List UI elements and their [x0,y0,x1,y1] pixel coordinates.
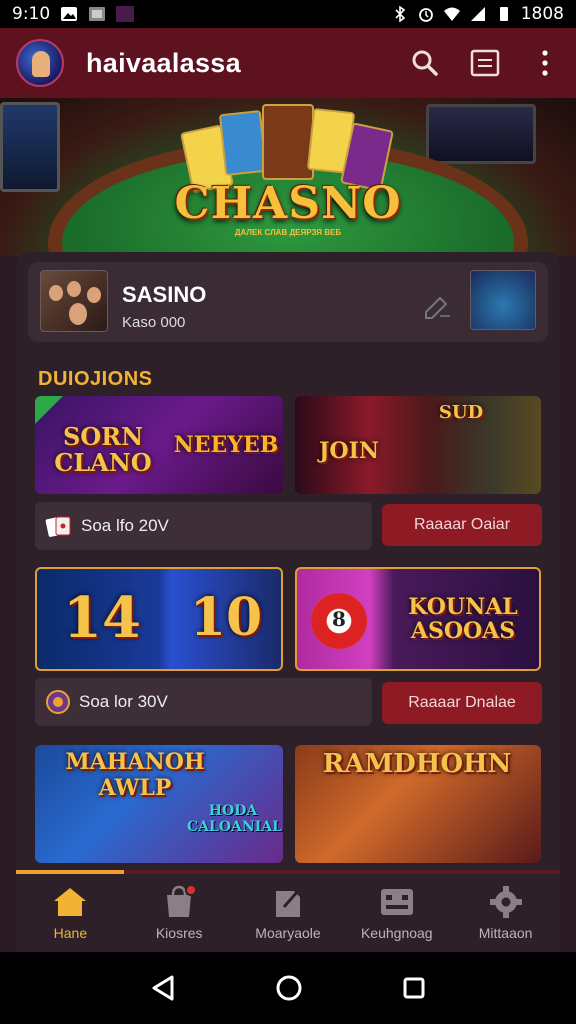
cards-icon [45,516,71,537]
nav-item-stores[interactable]: Kiosres [125,874,234,952]
screen: 9:10 1808 haivaalassa CHASNO ДАЛЕК СЛАВ … [0,0,576,1024]
bluetooth-icon [395,6,405,22]
bottom-nav: Hane Kiosres Moaryaole Keuhgnoag Mittaao… [16,874,560,952]
offer-action-button[interactable]: Raaaar Oaiar [382,504,542,546]
nav-item-leaderboard[interactable]: Keuhgnoag [342,874,451,952]
game-tile-label-number: 8 [332,607,346,631]
battery-level: 1808 [520,4,564,24]
game-tile-label-secondary: HODA CALOANIAL [187,803,282,835]
game-tile[interactable]: 14 10 [35,567,283,671]
hero-title: CHASNO [174,178,402,229]
offer-row[interactable]: Soa lfo 20V [35,502,372,550]
nav-label: Mittaaon [478,925,533,941]
slot-machine-right-image [426,104,536,164]
game-tile-label: RAMDHOHN [322,749,512,779]
home-icon [54,888,87,916]
signal-icon [470,7,485,21]
game-tile[interactable]: JOIN SUD [295,396,541,494]
nav-label: Moaryaole [255,925,321,941]
nav-item-settings[interactable]: Mittaaon [451,874,560,952]
app-title: haivaalassa [86,47,241,78]
game-tile[interactable]: MAHANOH AWLP HODA CALOANIAL [35,745,283,863]
nav-label: Keuhgnoag [360,925,433,941]
nav-label: Kiosres [155,925,203,941]
more-menu-button[interactable] [530,48,560,78]
app-bar: haivaalassa [0,28,576,98]
search-button[interactable] [410,48,440,78]
back-icon[interactable] [150,974,176,1002]
battery-icon [499,7,508,21]
gear-icon [489,886,522,918]
note-icon [275,890,300,917]
game-tile-label: 14 [63,585,141,651]
search-icon [412,50,438,76]
game-tile-label-secondary: SUD [438,402,484,423]
offer-row[interactable]: Soa lor 30V [35,678,372,726]
system-nav-bar [0,952,576,1024]
game-tile-label-secondary: 10 [189,587,263,648]
game-tile-label: MAHANOH AWLP [65,749,205,801]
edit-icon[interactable] [420,290,454,324]
more-vert-icon [542,50,548,76]
promo-thumbnail[interactable] [470,270,536,330]
game-tile-label: JOIN [319,438,379,464]
offer-action-button[interactable]: Raaaar Dnalae [382,682,542,724]
notification-badge [184,884,197,896]
game-tile[interactable]: SORN CLANO NEEYEB [35,396,283,494]
nav-label: Hane [53,925,88,941]
wifi-icon [443,7,460,21]
profile-name: SASINO [122,282,207,307]
game-tile-label-secondary: NEEYEB [173,432,279,458]
game-tile[interactable]: RAMDHOHN [295,745,541,863]
nav-item-messages[interactable]: Moaryaole [234,874,343,952]
hero-banner[interactable]: CHASNO ДАЛЕК СЛАВ ДЕЯРЗЯ ВЕБ [0,98,576,256]
offer-text: Soa lor 30V [79,692,168,711]
alarm-icon [418,8,433,22]
recents-icon[interactable] [402,976,426,1000]
character-card-image [262,104,314,180]
board-icon [380,889,413,915]
profile-thumbnail [40,270,108,332]
section-title: DUIOJIONS [38,368,153,390]
status-time: 9:10 [12,4,51,24]
game-tile-label: SORN CLANO [54,422,152,477]
playing-card-image [218,109,268,177]
new-badge [35,396,63,424]
profile-card[interactable]: SASINO Kaso 000 [28,262,548,342]
app-notification-icon [116,6,135,22]
wallet-icon [470,49,500,77]
wallet-button[interactable] [470,48,500,78]
profile-subtitle: Kaso 000 [122,314,186,331]
game-tile-label-secondary: KOUNAL ASOOAS [408,594,518,644]
offer-text: Soa lfo 20V [81,516,169,535]
content-panel: SASINO Kaso 000 DUIOJIONS SORN CLANO NEE… [16,252,560,952]
photo-notification-icon [61,7,78,21]
hero-subtitle: ДАЛЕК СЛАВ ДЕЯРЗЯ ВЕБ [234,228,342,237]
game-tile[interactable]: 8 KOUNAL ASOOAS [295,567,541,671]
avatar[interactable] [16,39,64,87]
status-bar: 9:10 1808 [0,0,576,28]
chip-icon [46,690,70,714]
nav-item-home[interactable]: Hane [16,874,125,952]
gallery-notification-icon [89,7,106,21]
home-circle-icon[interactable] [275,974,303,1002]
